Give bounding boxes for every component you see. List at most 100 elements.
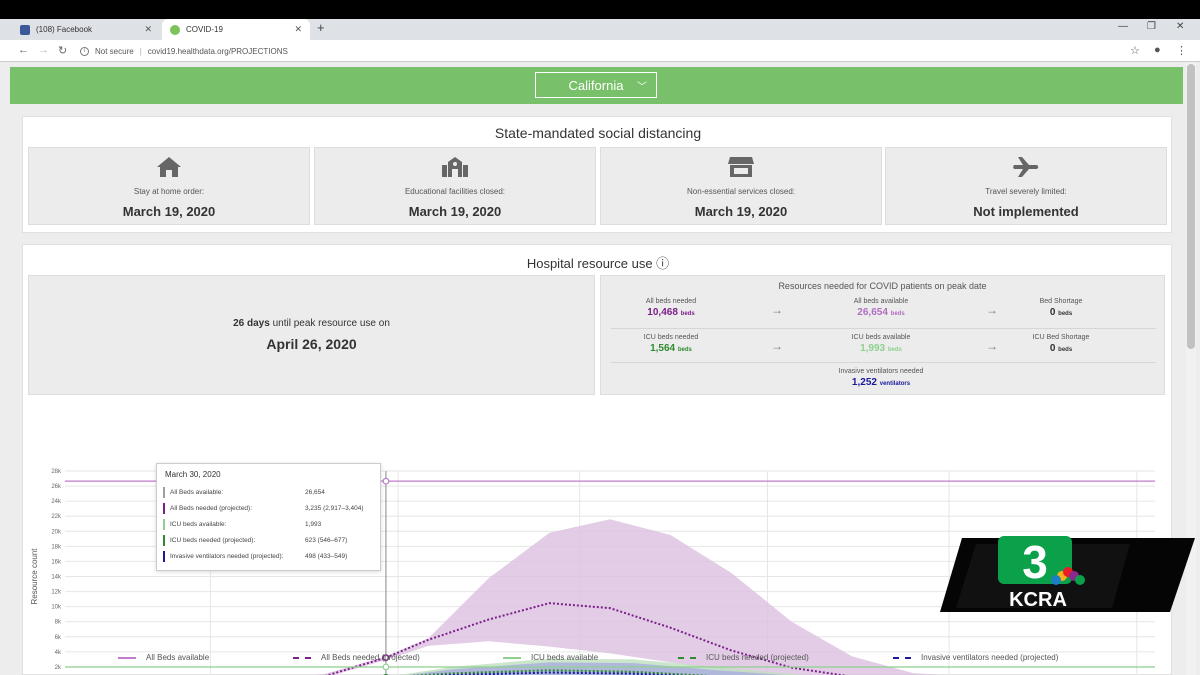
measure-value: March 19, 2020 [122, 204, 216, 219]
measure-label: Non-essential services closed: [686, 187, 796, 196]
legend-label: ICU beds needed (projected) [706, 653, 809, 662]
y-axis-label: Resource count [30, 548, 39, 605]
close-tab-icon[interactable]: ✕ [144, 24, 152, 35]
social-distancing-card: State-mandated social distancing Stay at… [22, 116, 1172, 233]
y-tick-label: 18k [51, 544, 62, 550]
url-field[interactable]: i Not secure | covid19.healthdata.org/PR… [80, 43, 288, 59]
url-text: covid19.healthdata.org/PROJECTIONS [147, 46, 288, 56]
tooltip-series-name: All Beds needed (projected): [170, 505, 253, 512]
menu-icon[interactable]: ⋮ [1176, 44, 1187, 57]
tab-title: (108) Facebook [36, 25, 93, 34]
measure-label: Stay at home order: [133, 187, 205, 196]
healthdata-favicon-icon [170, 24, 180, 35]
store-icon [601, 156, 881, 180]
tooltip-series-value: 1,993 [305, 521, 322, 528]
series-swatch [163, 503, 165, 514]
close-tab-icon[interactable]: ✕ [294, 24, 302, 35]
address-bar: ← → ↻ i Not secure | covid19.healthdata.… [0, 40, 1200, 62]
y-tick-label: 14k [51, 575, 62, 581]
y-tick-label: 12k [51, 590, 62, 596]
chart-legend: All Beds available All Beds needed (proje… [23, 649, 1173, 667]
tab-covid19[interactable]: COVID-19 ✕ [162, 19, 310, 40]
chart-tooltip: March 30, 2020 All Beds available: 26,654… [156, 463, 381, 571]
close-window-icon[interactable]: ✕ [1176, 21, 1184, 32]
measure-value: March 19, 2020 [408, 204, 502, 219]
measure-value: March 19, 2020 [694, 204, 788, 219]
series-swatch [163, 487, 165, 498]
measure-value: Not implemented [973, 204, 1079, 219]
kcra-logo: 3 KCRA [940, 536, 1195, 612]
profile-icon[interactable]: ● [1154, 44, 1161, 56]
legend-item[interactable]: All Beds needed (projected) [293, 653, 420, 662]
tooltip-series-value: 623 (546–677) [305, 537, 348, 544]
y-tick-label: 22k [51, 514, 62, 520]
legend-label: ICU beds available [531, 653, 599, 662]
state-select-value: California [568, 77, 624, 93]
school-icon [315, 156, 595, 180]
tab-facebook[interactable]: (108) Facebook ✕ [12, 19, 160, 40]
legend-swatch [293, 656, 311, 659]
measure-non-essential-closed: Non-essential services closed: March 19,… [600, 147, 882, 225]
reload-icon[interactable]: ↻ [58, 44, 67, 57]
screenshot-frame: (108) Facebook ✕ COVID-19 ✕ + — ❐ ✕ ← → … [0, 0, 1200, 675]
info-icon[interactable]: i [80, 46, 89, 56]
y-tick-label: 24k [51, 499, 62, 505]
legend-item[interactable]: Invasive ventilators needed (projected) [893, 653, 1058, 662]
tooltip-series-value: 3,235 (2,917–3,404) [305, 505, 364, 512]
legend-swatch [503, 656, 521, 659]
logo-numeral: 3 [1022, 536, 1048, 588]
tooltip-series-name: All Beds available: [170, 489, 224, 496]
security-label: Not secure [95, 46, 134, 56]
y-tick-label: 20k [51, 529, 62, 535]
y-tick-label: 6k [55, 635, 62, 641]
measure-label: Educational facilities closed: [404, 187, 506, 196]
measure-travel-limited: Travel severely limited: Not implemented [885, 147, 1167, 225]
y-tick-label: 8k [55, 620, 62, 626]
legend-item[interactable]: ICU beds available [503, 653, 598, 662]
logo-text: KCRA [1009, 589, 1067, 611]
y-tick-label: 16k [51, 559, 62, 565]
facebook-favicon-icon [20, 24, 30, 35]
tooltip-series-value: 26,654 [305, 489, 325, 496]
legend-item[interactable]: ICU beds needed (projected) [678, 653, 809, 662]
y-tick-label: 26k [51, 484, 62, 490]
tooltip-row: ICU beds needed (projected): 623 (546–677… [163, 534, 377, 548]
house-icon [29, 156, 309, 180]
tooltip-row: ICU beds available: 1,993 [163, 518, 377, 532]
y-tick-label: 10k [51, 605, 62, 611]
location-header: California ﹀ [10, 67, 1183, 104]
legend-swatch [118, 656, 136, 659]
measure-label: Travel severely limited: [985, 187, 1067, 196]
new-tab-button[interactable]: + [317, 20, 325, 35]
tooltip-series-name: ICU beds needed (projected): [170, 537, 256, 544]
series-swatch [163, 551, 165, 562]
tooltip-series-name: ICU beds available: [170, 521, 227, 528]
legend-swatch [893, 656, 911, 659]
browser-tab-bar: (108) Facebook ✕ COVID-19 ✕ + — ❐ ✕ [0, 0, 1200, 40]
minimize-icon[interactable]: — [1118, 21, 1128, 32]
legend-item[interactable]: All Beds available [118, 653, 209, 662]
y-tick-label: 28k [51, 469, 62, 475]
tab-title: COVID-19 [186, 25, 223, 34]
legend-label: All Beds needed (projected) [321, 653, 420, 662]
hover-point [382, 477, 390, 485]
forward-icon[interactable]: → [38, 44, 49, 56]
restore-icon[interactable]: ❐ [1147, 21, 1156, 32]
bookmark-star-icon[interactable]: ☆ [1130, 44, 1140, 57]
tooltip-row: Invasive ventilators needed (projected):… [163, 550, 377, 564]
measure-education-closed: Educational facilities closed: March 19,… [314, 147, 596, 225]
measure-stay-at-home: Stay at home order: March 19, 2020 [28, 147, 310, 225]
legend-label: All Beds available [146, 653, 210, 662]
page-content: California ﹀ State-mandated social dista… [0, 62, 1200, 675]
tooltip-series-value: 498 (433–549) [305, 553, 348, 560]
series-swatch [163, 535, 165, 546]
tooltip-row: All Beds available: 26,654 [163, 486, 377, 500]
section-title: State-mandated social distancing [494, 125, 702, 141]
legend-label: Invasive ventilators needed (projected) [921, 653, 1059, 662]
state-select[interactable]: California ﹀ [535, 72, 657, 98]
tooltip-row: All Beds needed (projected): 3,235 (2,917… [163, 502, 377, 516]
scrollbar-thumb[interactable] [1187, 64, 1195, 349]
back-icon[interactable]: ← [18, 44, 29, 56]
tooltip-date: March 30, 2020 [165, 470, 221, 479]
legend-swatch [678, 656, 696, 659]
